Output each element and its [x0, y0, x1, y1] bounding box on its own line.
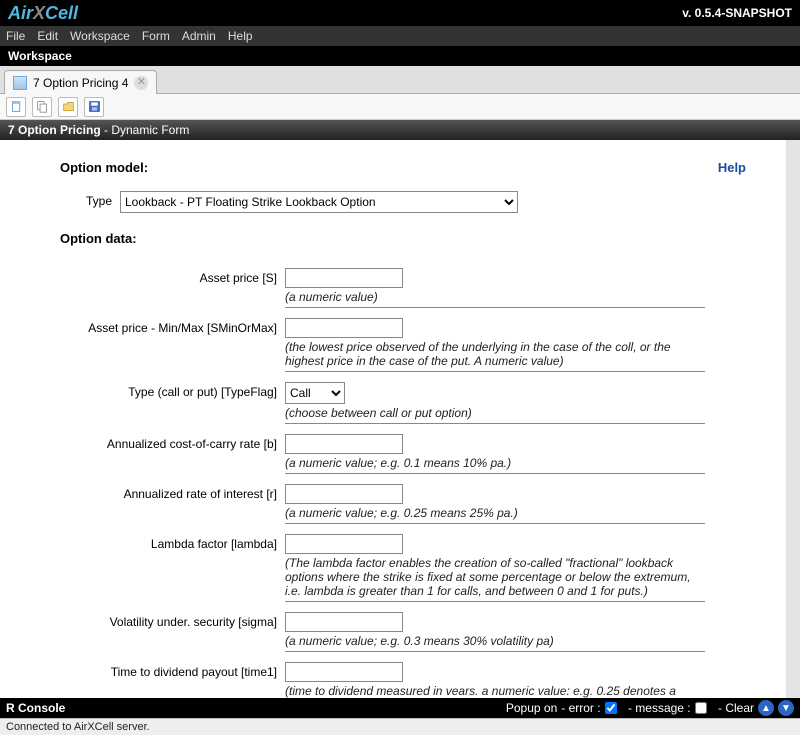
- asset-minmax-input[interactable]: [285, 318, 403, 338]
- save-button[interactable]: [84, 97, 104, 117]
- lambda-label: Lambda factor [lambda]: [60, 534, 285, 551]
- time1-input[interactable]: [285, 662, 403, 682]
- type-select[interactable]: Lookback - PT Floating Strike Lookback O…: [120, 191, 518, 213]
- app-logo: AirXCell: [8, 3, 78, 24]
- scroll-down-icon[interactable]: ▼: [786, 684, 800, 698]
- toolbar: [0, 94, 800, 120]
- copy-button[interactable]: [32, 97, 52, 117]
- arrow-up-icon[interactable]: ▲: [758, 700, 774, 716]
- carry-b-hint: (a numeric value; e.g. 0.1 means 10% pa.…: [285, 456, 705, 474]
- arrow-down-icon[interactable]: ▼: [778, 700, 794, 716]
- scrollbar-track[interactable]: [786, 140, 800, 698]
- version-label: v. 0.5.4-SNAPSHOT: [682, 6, 792, 20]
- typeflag-select[interactable]: Call: [285, 382, 345, 404]
- message-label: - message :: [628, 701, 691, 715]
- close-icon[interactable]: ✕: [134, 76, 148, 90]
- option-data-heading: Option data:: [60, 231, 746, 246]
- scroll-up-icon[interactable]: ▲: [786, 140, 800, 154]
- sigma-input[interactable]: [285, 612, 403, 632]
- menu-form[interactable]: Form: [142, 29, 170, 43]
- tab-strip: 7 Option Pricing 4 ✕: [0, 66, 800, 94]
- asset-price-input[interactable]: [285, 268, 403, 288]
- type-label: Type: [60, 191, 120, 208]
- menu-admin[interactable]: Admin: [182, 29, 216, 43]
- error-checkbox[interactable]: [605, 702, 617, 714]
- tab-label: 7 Option Pricing 4: [33, 76, 128, 90]
- workspace-title: Workspace: [0, 46, 800, 66]
- open-button[interactable]: [58, 97, 78, 117]
- clear-label[interactable]: - Clear: [718, 701, 754, 715]
- time1-hint: (time to dividend measured in vears. a n…: [285, 684, 705, 698]
- scrollbar-thumb[interactable]: [787, 152, 799, 332]
- rate-r-input[interactable]: [285, 484, 403, 504]
- r-console-label: R Console: [6, 701, 65, 715]
- sigma-label: Volatility under. security [sigma]: [60, 612, 285, 629]
- new-button[interactable]: [6, 97, 26, 117]
- lambda-input[interactable]: [285, 534, 403, 554]
- message-checkbox[interactable]: [695, 702, 707, 714]
- typeflag-hint: (choose between call or put option): [285, 406, 705, 424]
- logo-air: Air: [8, 3, 33, 23]
- carry-b-input[interactable]: [285, 434, 403, 454]
- asset-price-hint: (a numeric value): [285, 290, 705, 308]
- menu-workspace[interactable]: Workspace: [70, 29, 130, 43]
- rate-r-hint: (a numeric value; e.g. 0.25 means 25% pa…: [285, 506, 705, 524]
- brand-bar: AirXCell v. 0.5.4-SNAPSHOT: [0, 0, 800, 26]
- error-label: - error :: [561, 701, 600, 715]
- rate-r-label: Annualized rate of interest [r]: [60, 484, 285, 501]
- form-area: ▲ ▼ Option model: Help Type Lookback - P…: [0, 140, 800, 698]
- option-model-heading: Option model:: [60, 160, 148, 175]
- help-link[interactable]: Help: [718, 160, 746, 175]
- logo-cell: Cell: [45, 3, 78, 23]
- document-icon: [13, 76, 27, 90]
- typeflag-label: Type (call or put) [TypeFlag]: [60, 382, 285, 399]
- popup-on-label: Popup on: [506, 701, 557, 715]
- menu-help[interactable]: Help: [228, 29, 253, 43]
- lambda-hint: (The lambda factor enables the creation …: [285, 556, 705, 602]
- asset-minmax-label: Asset price - Min/Max [SMinOrMax]: [60, 318, 285, 335]
- section-title-bold: 7 Option Pricing: [8, 123, 101, 137]
- r-console-bar: R Console Popup on - error : - message :…: [0, 698, 800, 718]
- menu-bar: File Edit Workspace Form Admin Help: [0, 26, 800, 46]
- menu-edit[interactable]: Edit: [37, 29, 58, 43]
- carry-b-label: Annualized cost-of-carry rate [b]: [60, 434, 285, 451]
- time1-label: Time to dividend payout [time1]: [60, 662, 285, 679]
- sigma-hint: (a numeric value; e.g. 0.3 means 30% vol…: [285, 634, 705, 652]
- tab-option-pricing-4[interactable]: 7 Option Pricing 4 ✕: [4, 70, 157, 94]
- status-bar: Connected to AirXCell server.: [0, 718, 800, 735]
- asset-minmax-hint: (the lowest price observed of the underl…: [285, 340, 705, 372]
- section-title: 7 Option Pricing - Dynamic Form: [0, 120, 800, 140]
- menu-file[interactable]: File: [6, 29, 25, 43]
- section-title-rest: - Dynamic Form: [101, 123, 190, 137]
- logo-x: X: [33, 3, 45, 23]
- asset-price-label: Asset price [S]: [60, 268, 285, 285]
